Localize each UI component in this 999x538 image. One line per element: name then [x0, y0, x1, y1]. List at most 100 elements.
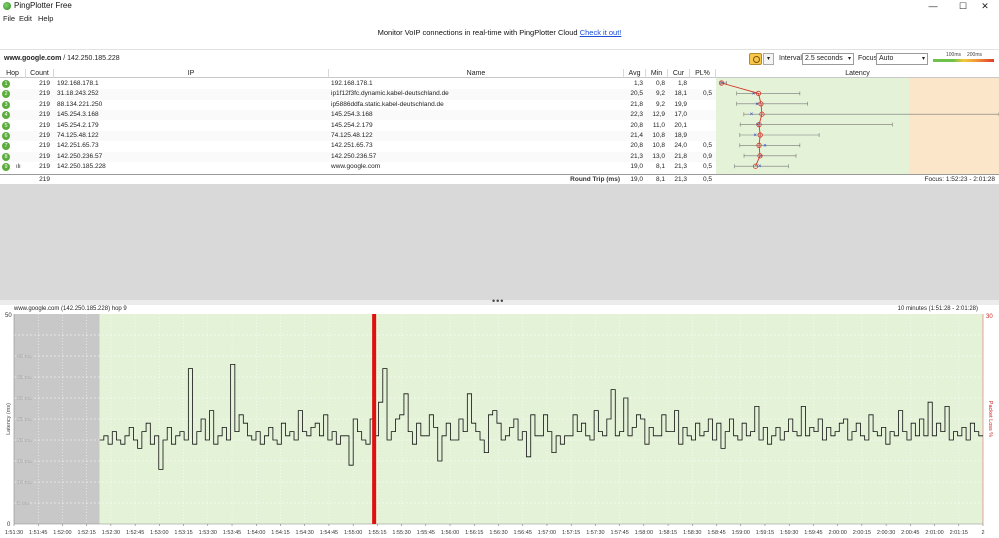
- hop-count: 219: [39, 152, 50, 160]
- legend-200ms: 200ms: [967, 52, 983, 58]
- hop-number: 9: [2, 163, 10, 172]
- x-tick-label: 2:01:00: [925, 530, 943, 536]
- hop-name: 192.168.178.1: [331, 80, 373, 87]
- hop-cur: 1,8: [677, 80, 687, 87]
- col-header-ip[interactable]: IP: [54, 69, 329, 78]
- x-tick-label: 1:55:15: [368, 530, 386, 536]
- menu-help[interactable]: Help: [38, 14, 53, 23]
- x-tick-label: 1:58:45: [707, 530, 725, 536]
- hop-number: 4: [2, 111, 10, 120]
- hop-cur: 17,0: [674, 111, 687, 119]
- hop-ip: 142.251.65.73: [57, 142, 99, 150]
- x-tick-label: 1:56:30: [489, 530, 507, 536]
- x-tick-label: 1:57:00: [538, 530, 556, 536]
- hop-count: 219: [39, 142, 50, 150]
- latency-cur-marker: ×: [758, 164, 762, 170]
- hop-count: 219: [39, 111, 50, 119]
- hop-min: 10,8: [652, 142, 665, 150]
- graph-icon[interactable]: ılı: [16, 162, 21, 172]
- col-header-latency[interactable]: Latency: [716, 69, 999, 78]
- hop-avg: 21,4: [630, 132, 643, 139]
- x-tick-label: 1:52:45: [126, 530, 144, 536]
- x-tick-label: 2:00:30: [877, 530, 895, 536]
- hop-count: 219: [39, 80, 50, 87]
- close-button[interactable]: ✕: [970, 0, 999, 12]
- y2-axis-label: Packet Loss %: [987, 401, 993, 437]
- hop-min: 8,1: [655, 163, 665, 171]
- x-tick-label: 1:55:45: [417, 530, 435, 536]
- hop-avg: 19,0: [630, 163, 643, 171]
- x-tick-label: 1:52:15: [77, 530, 95, 536]
- graph-range: 10 minutes (1:51:28 - 2:01:28): [897, 306, 978, 312]
- hop-ip: 74.125.48.122: [57, 132, 99, 139]
- menu-file[interactable]: File: [3, 14, 15, 23]
- hop-number: 5: [2, 121, 10, 130]
- latency-cur-marker: ×: [763, 143, 767, 149]
- x-tick-label: 1:59:00: [732, 530, 750, 536]
- col-header-avg[interactable]: Avg: [624, 69, 646, 78]
- promo-text: Monitor VoIP connections in real-time wi…: [377, 28, 578, 37]
- x-tick-label: 1:58:15: [659, 530, 677, 536]
- x-tick-label: 1:57:15: [562, 530, 580, 536]
- promo-link[interactable]: Check it out!: [580, 28, 622, 37]
- x-tick-label: 1:54:30: [296, 530, 314, 536]
- x-tick-label: 1:57:45: [610, 530, 628, 536]
- minimize-button[interactable]: —: [918, 0, 948, 12]
- latency-good-zone: [716, 78, 909, 174]
- hop-number: 8: [2, 152, 10, 161]
- hop-number: 7: [2, 142, 10, 151]
- interval-select[interactable]: 2.5 seconds ▾: [802, 53, 854, 65]
- y-tick-label: 25 ms: [17, 417, 32, 423]
- latency-bars: 0 ms×××××××××: [716, 78, 999, 174]
- focus-value: Auto: [879, 55, 894, 62]
- x-tick-label: 1:53:45: [223, 530, 241, 536]
- latency-warn-zone: [909, 78, 999, 174]
- col-header-hop[interactable]: Hop: [0, 69, 26, 78]
- hop-count: 219: [39, 90, 50, 98]
- pause-icon[interactable]: [749, 53, 762, 65]
- x-tick-label: 2: [981, 530, 984, 536]
- hop-number: 6: [2, 132, 10, 140]
- packet-loss-marker: [372, 314, 377, 524]
- menu-edit[interactable]: Edit: [19, 14, 32, 23]
- chevron-down-icon: ▾: [921, 56, 925, 62]
- x-tick-label: 1:56:00: [441, 530, 459, 536]
- x-tick-label: 1:59:30: [780, 530, 798, 536]
- hop-ip: 145.254.3.168: [57, 111, 99, 119]
- hop-avg: 20,8: [630, 142, 643, 150]
- col-header-count[interactable]: Count: [26, 69, 54, 78]
- legend-100ms: 100ms: [946, 52, 962, 58]
- col-header-min[interactable]: Min: [646, 69, 668, 78]
- hop-min: 11,0: [652, 121, 665, 129]
- hop-name: ip5886ddfa.static.kabel-deutschland.de: [331, 100, 444, 108]
- hop-avg: 21,3: [630, 152, 643, 160]
- y-axis-label: Latency (ms): [6, 403, 12, 435]
- hop-avg: 20,8: [630, 121, 643, 129]
- hop-name: 142.250.236.57: [331, 152, 377, 160]
- col-header-name[interactable]: Name: [329, 69, 624, 78]
- col-header-cur[interactable]: Cur: [668, 69, 690, 78]
- x-tick-label: 1:51:45: [29, 530, 47, 536]
- y-tick-label: 15 ms: [17, 459, 32, 465]
- promo-banner: Monitor VoIP connections in real-time wi…: [0, 28, 999, 37]
- chevron-down-icon: ▾: [847, 56, 851, 62]
- hop-number: 1: [2, 80, 10, 88]
- hop-cur: 24,0: [674, 142, 687, 150]
- interval-value: 2.5 seconds: [805, 55, 843, 62]
- hop-count: 219: [39, 121, 50, 129]
- menu-bar: File Edit Help: [0, 12, 999, 25]
- hop-count: 219: [39, 163, 50, 171]
- x-tick-label: 1:54:45: [320, 530, 338, 536]
- focus-select[interactable]: Auto ▾: [876, 53, 928, 65]
- pause-dropdown-button[interactable]: ▾: [763, 53, 774, 65]
- graph-title: www.google.com (142.250.185.228) hop 9: [14, 306, 127, 312]
- target-ip: / 142.250.185.228: [61, 55, 120, 62]
- hop-name: ip1f12f3fc.dynamic.kabel-deutschland.de: [331, 90, 449, 98]
- target-host: www.google.com: [4, 55, 62, 62]
- x-tick-label: 1:54:00: [247, 530, 265, 536]
- hop-ip: 31.18.243.252: [57, 90, 99, 98]
- x-tick-label: 1:52:00: [53, 530, 71, 536]
- col-header-pl[interactable]: PL%: [690, 69, 716, 78]
- round-trip-row: 219 Round Trip (ms) 19,0 8,1 21,3 0,5 Fo…: [0, 174, 999, 183]
- x-tick-label: 1:58:00: [635, 530, 653, 536]
